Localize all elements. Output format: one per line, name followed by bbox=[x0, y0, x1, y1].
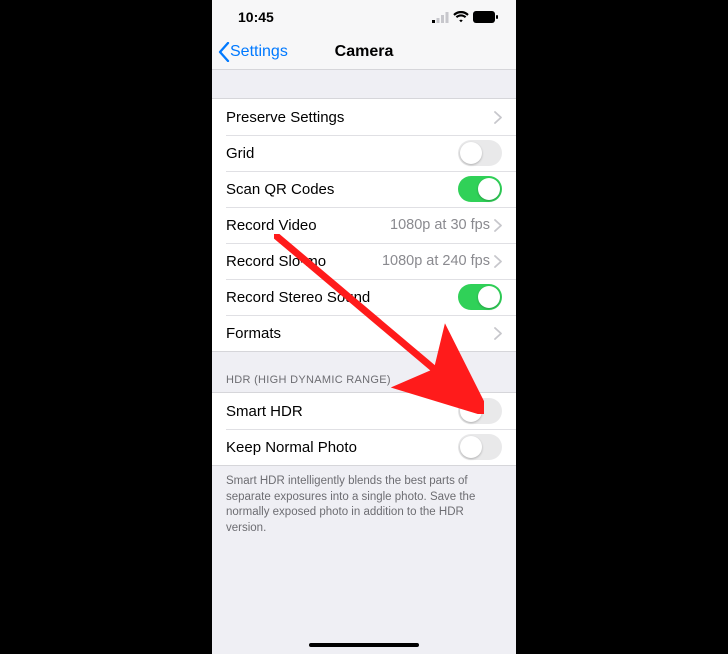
row-label: Smart HDR bbox=[226, 403, 458, 420]
row-grid: Grid bbox=[212, 135, 516, 171]
status-icons bbox=[432, 11, 498, 23]
battery-icon bbox=[473, 11, 498, 23]
row-record-stereo: Record Stereo Sound bbox=[212, 279, 516, 315]
status-bar: 10:45 bbox=[212, 0, 516, 34]
smart-hdr-toggle[interactable] bbox=[458, 398, 502, 424]
row-formats[interactable]: Formats bbox=[212, 315, 516, 351]
spacer bbox=[212, 70, 516, 98]
row-label: Record Slo-mo bbox=[226, 253, 382, 270]
row-record-video[interactable]: Record Video 1080p at 30 fps bbox=[212, 207, 516, 243]
section-header-hdr: HDR (HIGH DYNAMIC RANGE) bbox=[212, 352, 516, 392]
settings-group-1: Preserve Settings Grid Scan QR Codes Rec… bbox=[212, 98, 516, 352]
row-preserve-settings[interactable]: Preserve Settings bbox=[212, 99, 516, 135]
scan-qr-toggle[interactable] bbox=[458, 176, 502, 202]
settings-group-hdr: Smart HDR Keep Normal Photo bbox=[212, 392, 516, 466]
row-scan-qr: Scan QR Codes bbox=[212, 171, 516, 207]
row-record-slomo[interactable]: Record Slo-mo 1080p at 240 fps bbox=[212, 243, 516, 279]
nav-bar: Settings Camera bbox=[212, 34, 516, 70]
row-label: Keep Normal Photo bbox=[226, 439, 458, 456]
row-label: Record Stereo Sound bbox=[226, 289, 458, 306]
page-title: Camera bbox=[335, 43, 394, 61]
row-smart-hdr: Smart HDR bbox=[212, 393, 516, 429]
keep-normal-toggle[interactable] bbox=[458, 434, 502, 460]
cellular-icon bbox=[432, 12, 449, 23]
chevron-right-icon bbox=[494, 111, 502, 124]
row-value: 1080p at 30 fps bbox=[390, 217, 490, 233]
row-label: Formats bbox=[226, 325, 494, 342]
status-time: 10:45 bbox=[238, 9, 274, 25]
row-label: Preserve Settings bbox=[226, 109, 494, 126]
row-label: Grid bbox=[226, 145, 458, 162]
row-label: Scan QR Codes bbox=[226, 181, 458, 198]
phone-frame: 10:45 Settings Camera Preserve Settings … bbox=[212, 0, 516, 654]
chevron-right-icon bbox=[494, 255, 502, 268]
chevron-right-icon bbox=[494, 327, 502, 340]
chevron-right-icon bbox=[494, 219, 502, 232]
row-keep-normal: Keep Normal Photo bbox=[212, 429, 516, 465]
row-label: Record Video bbox=[226, 217, 390, 234]
footer-note: Smart HDR intelligently blends the best … bbox=[212, 466, 516, 544]
home-indicator bbox=[309, 643, 419, 647]
back-button[interactable]: Settings bbox=[218, 42, 288, 62]
record-stereo-toggle[interactable] bbox=[458, 284, 502, 310]
row-value: 1080p at 240 fps bbox=[382, 253, 490, 269]
grid-toggle[interactable] bbox=[458, 140, 502, 166]
chevron-left-icon bbox=[218, 42, 230, 62]
wifi-icon bbox=[453, 11, 469, 23]
back-label: Settings bbox=[230, 43, 288, 61]
